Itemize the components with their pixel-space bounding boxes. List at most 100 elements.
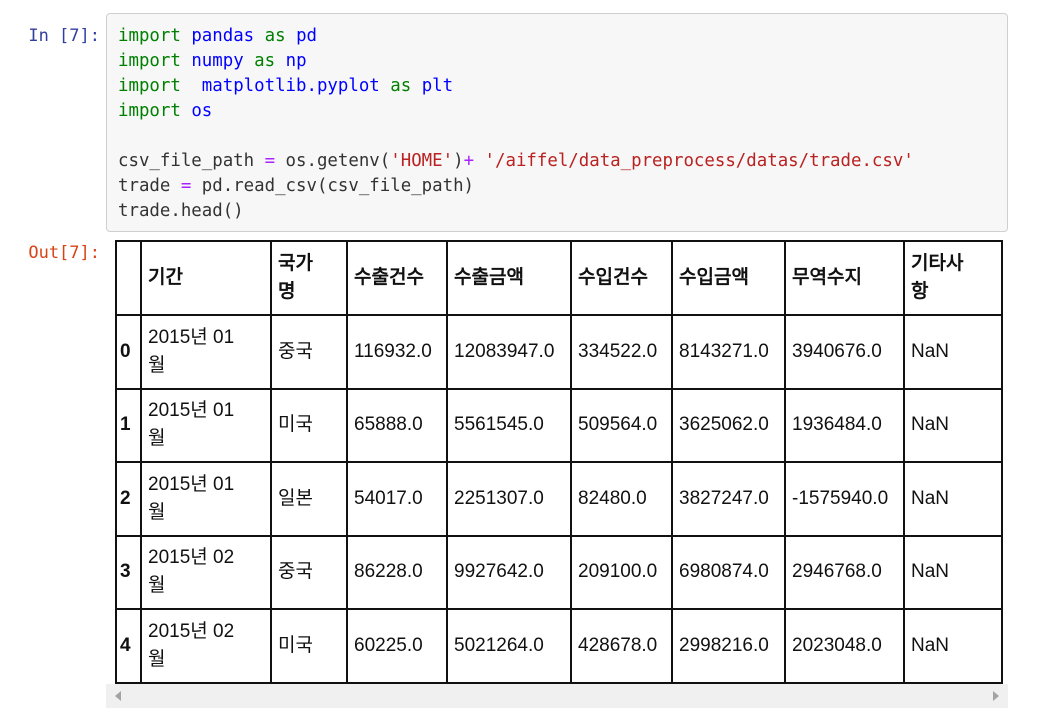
- cell-country: 일본: [270, 461, 348, 537]
- table-row: 2 2015년 01 월 일본 54017.0 2251307.0 82480.0 38272…: [115, 461, 1003, 537]
- code-token: +: [463, 151, 475, 171]
- code-token: matplotlib.pyplot: [201, 76, 380, 96]
- cell-etc: NaN: [903, 461, 1003, 537]
- triangle-right-icon[interactable]: [993, 691, 999, 701]
- code-token: plt: [421, 76, 454, 96]
- row-index: 1: [115, 387, 142, 463]
- code-token: '/aiffel/data_preprocess/datas/trade.csv…: [484, 151, 914, 171]
- code-token: pandas: [191, 26, 255, 46]
- cell-trade-balance: 3940676.0: [784, 314, 905, 390]
- triangle-left-icon[interactable]: [115, 691, 121, 701]
- cell-export-count: 60225.0: [346, 608, 448, 684]
- cell-etc: NaN: [903, 534, 1003, 610]
- cell-export-amount: 5561545.0: [446, 387, 572, 463]
- output-prompt: Out[7]:: [28, 243, 100, 263]
- cell-period: 2015년 01 월: [140, 461, 272, 537]
- cell-import-count: 509564.0: [570, 387, 673, 463]
- cell-export-count: 116932.0: [346, 314, 448, 390]
- code-token: trade.head(): [118, 201, 244, 221]
- code-token: as: [390, 76, 412, 96]
- row-index: 3: [115, 534, 142, 610]
- code-token: os.getenv(: [275, 151, 391, 171]
- row-index: 4: [115, 608, 142, 684]
- code-token: pd.read_csv(csv_file_path): [191, 176, 475, 196]
- cell-import-amount: 3625062.0: [671, 387, 786, 463]
- table-row: 3 2015년 02 월 중국 86228.0 9927642.0 209100.0 6980…: [115, 534, 1003, 610]
- cell-country: 미국: [270, 608, 348, 684]
- code-token: =: [180, 176, 192, 196]
- cell-trade-balance: 2023048.0: [784, 608, 905, 684]
- dataframe-table: 기간 국가 명 수출건수 수출금액 수입건수 수입금액 무역수지 기타사 항 0 20…: [115, 240, 1003, 684]
- cell-export-count: 65888.0: [346, 387, 448, 463]
- code-token: import: [118, 76, 181, 96]
- horizontal-scrollbar[interactable]: [106, 684, 1008, 708]
- cell-import-count: 334522.0: [570, 314, 673, 390]
- cell-export-amount: 9927642.0: [446, 534, 572, 610]
- cell-export-amount: 12083947.0: [446, 314, 572, 390]
- cell-etc: NaN: [903, 608, 1003, 684]
- cell-country: 미국: [270, 387, 348, 463]
- cell-period: 2015년 01 월: [140, 314, 272, 390]
- cell-import-count: 209100.0: [570, 534, 673, 610]
- column-header-trade-balance: 무역수지: [784, 240, 905, 316]
- code-token: np: [285, 51, 307, 71]
- table-header-row: 기간 국가 명 수출건수 수출금액 수입건수 수입금액 무역수지 기타사 항: [115, 240, 1003, 316]
- table-row: 1 2015년 01 월 미국 65888.0 5561545.0 509564.0 3625…: [115, 387, 1003, 463]
- cell-country: 중국: [270, 534, 348, 610]
- code-token: import: [118, 101, 181, 121]
- table-row: 4 2015년 02 월 미국 60225.0 5021264.0 428678.0 2998…: [115, 608, 1003, 684]
- cell-trade-balance: 1936484.0: [784, 387, 905, 463]
- code-token: os: [191, 101, 213, 121]
- column-header-period: 기간: [140, 240, 272, 316]
- code-token: pd: [296, 26, 318, 46]
- cell-import-amount: 2998216.0: [671, 608, 786, 684]
- cell-etc: NaN: [903, 314, 1003, 390]
- cell-export-count: 54017.0: [346, 461, 448, 537]
- cell-export-count: 86228.0: [346, 534, 448, 610]
- index-header: [115, 240, 142, 316]
- cell-import-amount: 6980874.0: [671, 534, 786, 610]
- column-header-import-amount: 수입금액: [671, 240, 786, 316]
- code-token: trade: [118, 176, 181, 196]
- cell-etc: NaN: [903, 387, 1003, 463]
- code-token: import: [118, 51, 181, 71]
- cell-trade-balance: -1575940.0: [784, 461, 905, 537]
- cell-import-amount: 8143271.0: [671, 314, 786, 390]
- code-token: 'HOME': [390, 151, 454, 171]
- cell-export-amount: 5021264.0: [446, 608, 572, 684]
- input-prompt: In [7]:: [28, 26, 100, 46]
- cell-import-count: 82480.0: [570, 461, 673, 537]
- cell-country: 중국: [270, 314, 348, 390]
- code-token: numpy: [191, 51, 244, 71]
- code-input-area[interactable]: import pandas as pd import numpy as np i…: [106, 13, 1008, 232]
- code-token: import: [118, 26, 181, 46]
- row-index: 0: [115, 314, 142, 390]
- cell-import-amount: 3827247.0: [671, 461, 786, 537]
- table-row: 0 2015년 01 월 중국 116932.0 12083947.0 334522.0 81…: [115, 314, 1003, 390]
- code-editor[interactable]: import pandas as pd import numpy as np i…: [118, 24, 914, 224]
- row-index: 2: [115, 461, 142, 537]
- cell-period: 2015년 02 월: [140, 534, 272, 610]
- code-token: ): [453, 151, 464, 171]
- code-token: =: [264, 151, 276, 171]
- cell-import-count: 428678.0: [570, 608, 673, 684]
- cell-trade-balance: 2946768.0: [784, 534, 905, 610]
- code-token: as: [254, 51, 276, 71]
- cell-export-amount: 2251307.0: [446, 461, 572, 537]
- table-body: 0 2015년 01 월 중국 116932.0 12083947.0 334522.0 81…: [115, 314, 1003, 684]
- column-header-export-count: 수출건수: [346, 240, 448, 316]
- cell-period: 2015년 02 월: [140, 608, 272, 684]
- column-header-country: 국가 명: [270, 240, 348, 316]
- code-token: as: [264, 26, 286, 46]
- column-header-export-amount: 수출금액: [446, 240, 572, 316]
